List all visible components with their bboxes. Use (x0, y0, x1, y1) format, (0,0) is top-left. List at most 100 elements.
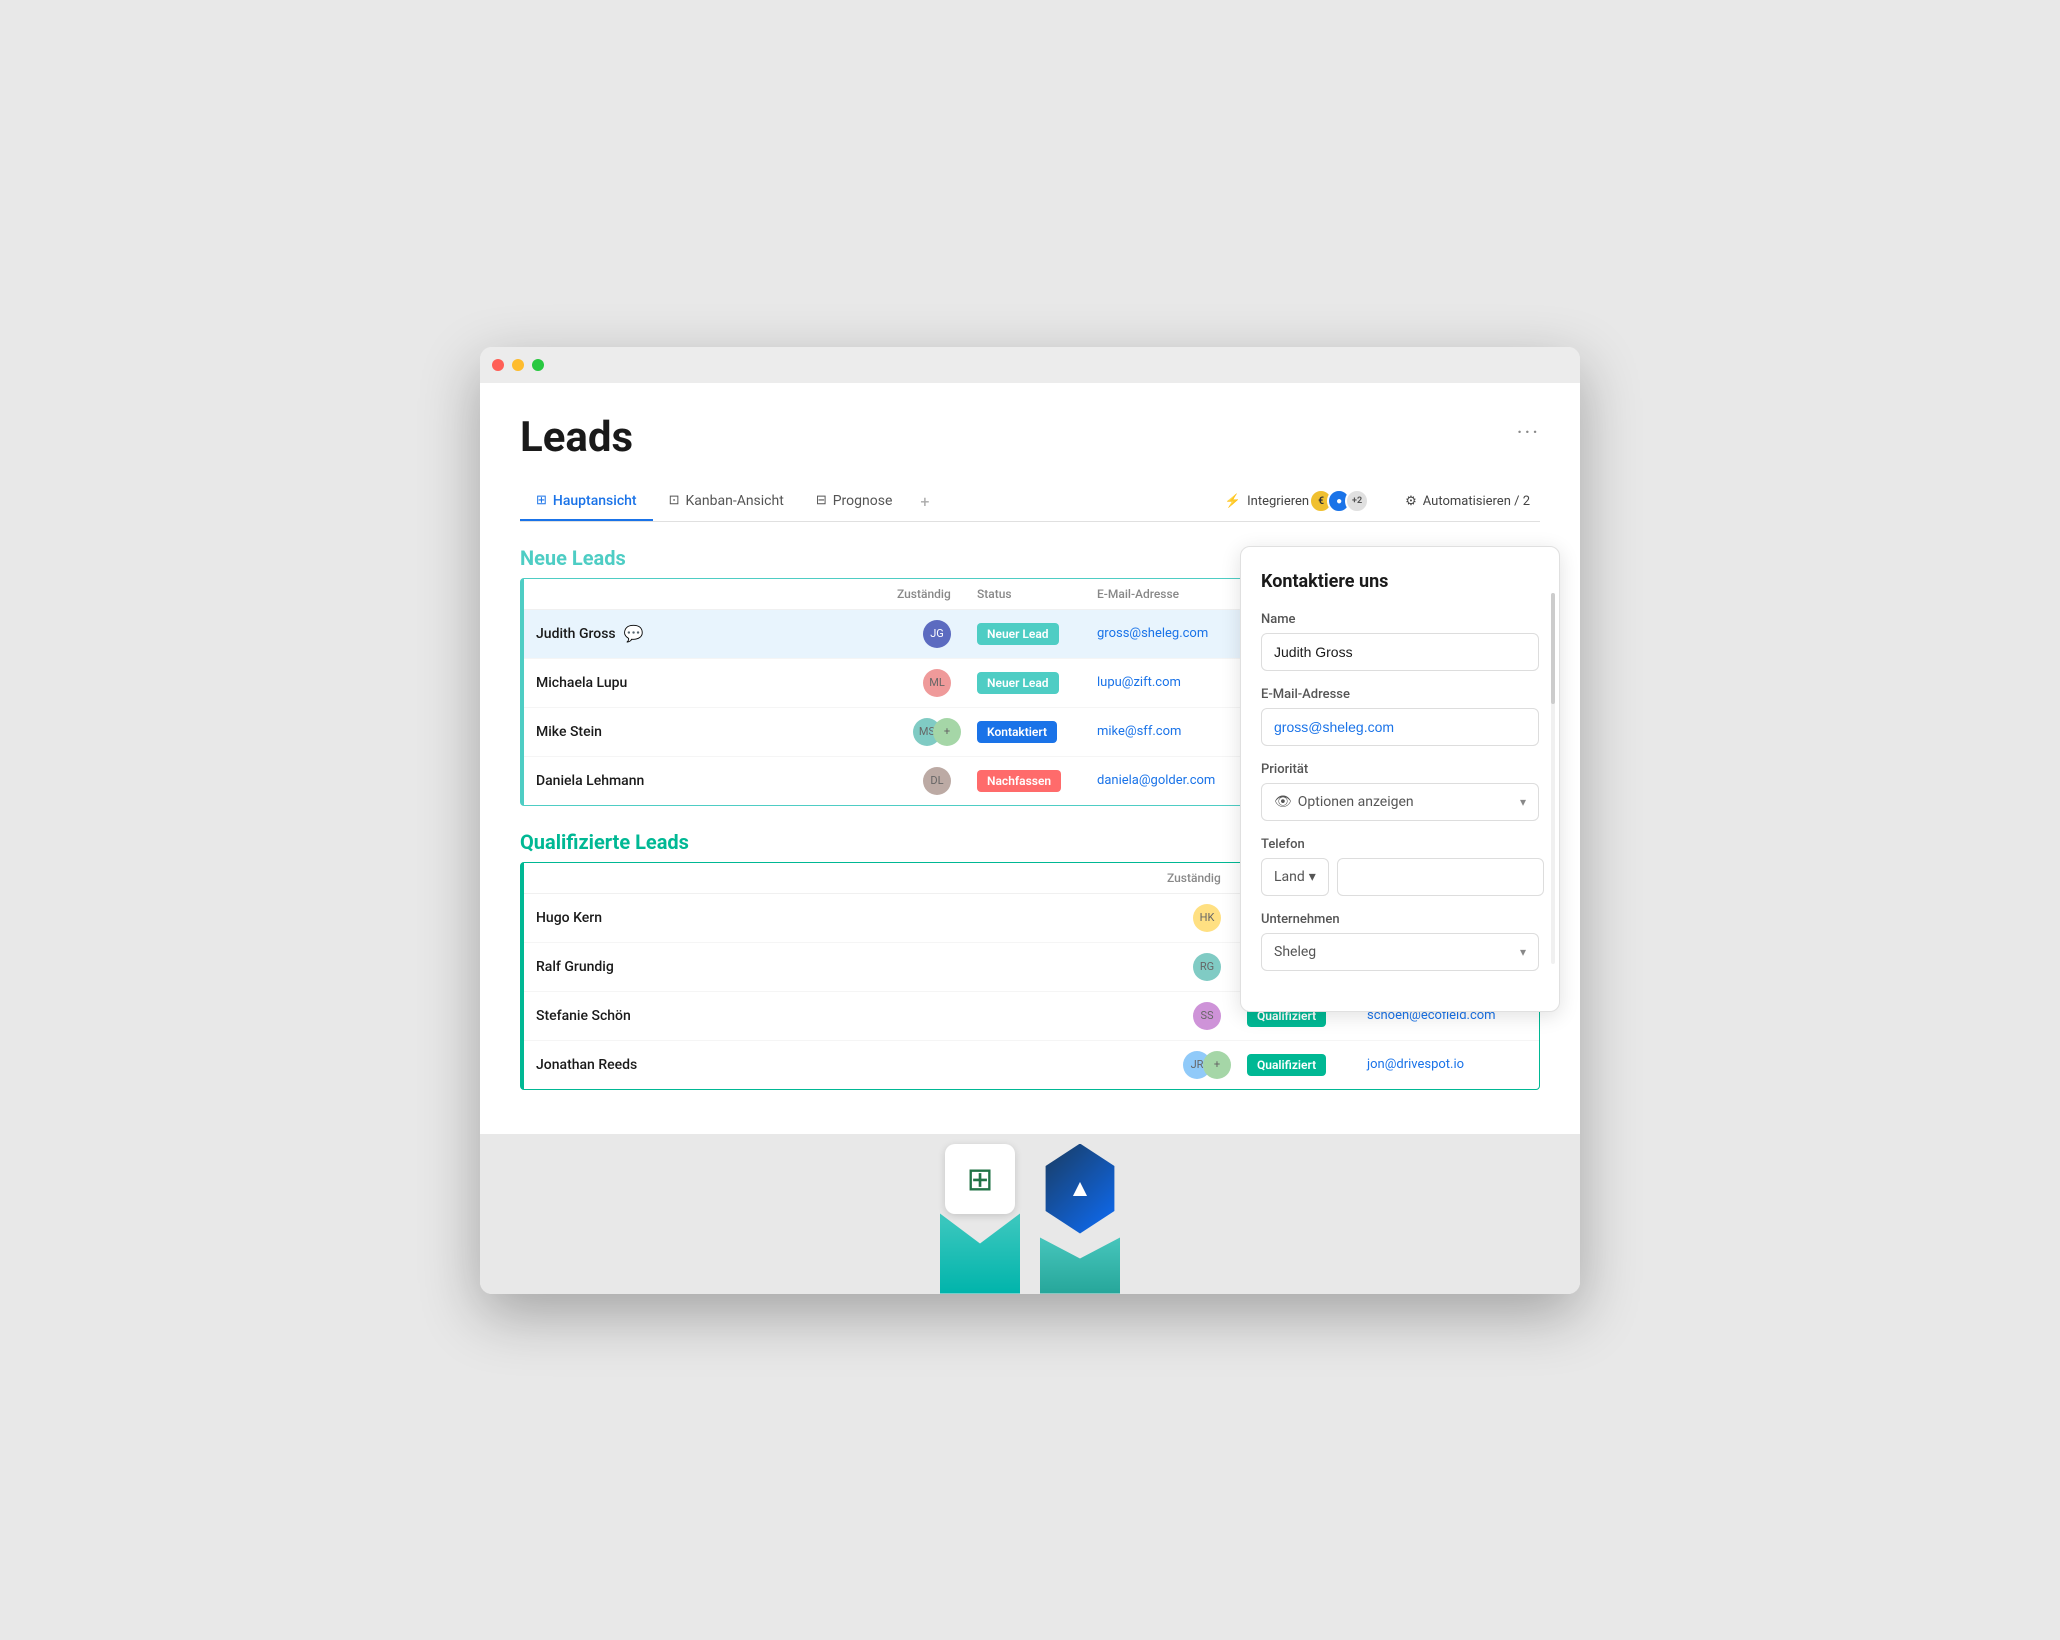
email-cell[interactable]: daniela@golder.com (1097, 773, 1257, 788)
chevron-down-icon: ▾ (1520, 795, 1526, 809)
avatar-cell: ML (897, 669, 977, 697)
automate-button[interactable]: ⚙ Automatisieren / 2 (1395, 488, 1540, 515)
tab-kanban[interactable]: ⊡ Kanban-Ansicht (653, 483, 800, 521)
status-badge: Qualifiziert (1247, 1054, 1326, 1076)
tab-bar: ⊞ Hauptansicht ⊡ Kanban-Ansicht ⊟ Progno… (520, 482, 1540, 522)
chat-icon: 💬 (624, 624, 644, 643)
eye-icon: 👁 (1274, 794, 1292, 810)
status-cell: Neuer Lead (977, 626, 1097, 642)
decorative-items: ⊞ ▲ (940, 1134, 1120, 1294)
chevron-down-icon: ▾ (1520, 945, 1526, 959)
excel-icon: ⊞ (967, 1160, 994, 1198)
integrate-icon: ⚡ (1225, 494, 1241, 509)
email-label: E-Mail-Adresse (1261, 687, 1539, 702)
email-cell[interactable]: jon@drivespot.io (1367, 1057, 1527, 1072)
avatar-cell: SS (1167, 1002, 1247, 1030)
scrollbar-track (1551, 593, 1555, 964)
main-area: Neue Leads Zuständig Status E-Mail-Adres… (520, 546, 1540, 1114)
avatar: + (1203, 1051, 1231, 1079)
avatar: ML (923, 669, 951, 697)
lead-name: Jonathan Reeds (536, 1057, 1167, 1073)
status-cell: Kontaktiert (977, 724, 1097, 740)
grid-icon: ⊞ (536, 493, 547, 508)
name-label: Name (1261, 612, 1539, 627)
phone-number-input[interactable] (1337, 858, 1544, 896)
lead-name: Mike Stein (536, 724, 897, 740)
tab-prognose[interactable]: ⊟ Prognose (800, 483, 909, 521)
status-cell: Qualifiziert (1247, 1057, 1367, 1073)
avatar: + (933, 718, 961, 746)
name-field-group: Name (1261, 612, 1539, 671)
small-teal-envelope (1040, 1224, 1120, 1294)
priority-label: Priorität (1261, 762, 1539, 777)
status-badge: Neuer Lead (977, 672, 1059, 694)
avatar-cell: RG (1167, 953, 1247, 981)
status-badge: Kontaktiert (977, 721, 1057, 743)
status-cell: Neuer Lead (977, 675, 1097, 691)
col-status-header: Status (977, 587, 1097, 601)
excel-integration-item: ⊞ (940, 1174, 1020, 1294)
avatar-cell: JG (897, 620, 977, 648)
priority-placeholder: Optionen anzeigen (1298, 794, 1520, 810)
lead-name: Stefanie Schön (536, 1008, 1167, 1024)
main-window: Leads ··· ⊞ Hauptansicht ⊡ Kanban-Ansich… (480, 347, 1580, 1294)
bottom-area: ⊞ ▲ (480, 1134, 1580, 1294)
neue-leads-title: Neue Leads (520, 546, 626, 570)
kanban-icon: ⊡ (669, 493, 680, 508)
phone-field-group: Telefon Land ▾ (1261, 837, 1539, 896)
maximize-button[interactable] (532, 359, 544, 371)
table-row[interactable]: Jonathan Reeds JR + Qualifiziert jon@dri… (524, 1041, 1539, 1089)
lead-name: Michaela Lupu (536, 675, 897, 691)
tab-hauptansicht[interactable]: ⊞ Hauptansicht (520, 483, 653, 521)
excel-badge: ⊞ (945, 1144, 1015, 1214)
phone-row: Land ▾ (1261, 858, 1539, 896)
avatar-cell: JR + (1167, 1051, 1247, 1079)
page-header: Leads ··· (520, 413, 1540, 462)
scrollbar-thumb[interactable] (1551, 593, 1555, 704)
chart-icon: ⊟ (816, 493, 827, 508)
contact-side-panel: Kontaktiere uns Name E-Mail-Adresse Prio… (1240, 546, 1560, 1012)
integration-avatars: € ● +2 (1315, 489, 1369, 513)
avatar-group: JR + (1183, 1051, 1231, 1079)
add-tab-button[interactable]: + (908, 482, 941, 521)
phone-label: Telefon (1261, 837, 1539, 852)
lead-name: Hugo Kern (536, 910, 1167, 926)
col-name-header (536, 587, 897, 601)
more-options-button[interactable]: ··· (1517, 421, 1540, 446)
tab-hauptansicht-label: Hauptansicht (553, 493, 637, 509)
app-content: Leads ··· ⊞ Hauptansicht ⊡ Kanban-Ansich… (480, 383, 1580, 1134)
col-zustandig-header: Zuständig (1167, 871, 1247, 885)
company-value: Sheleg (1274, 944, 1520, 960)
avatar-badge-plus: +2 (1345, 489, 1369, 513)
close-button[interactable] (492, 359, 504, 371)
avatar: RG (1193, 953, 1221, 981)
automate-label: Automatisieren / 2 (1423, 494, 1530, 509)
col-email-header: E-Mail-Adresse (1097, 587, 1257, 601)
avatar: DL (923, 767, 951, 795)
company-field-group: Unternehmen Sheleg ▾ (1261, 912, 1539, 971)
qualifizierte-leads-title: Qualifizierte Leads (520, 830, 689, 854)
chevron-down-icon: ▾ (1309, 869, 1316, 885)
name-input[interactable] (1261, 633, 1539, 671)
avatar-cell: MS + (897, 718, 977, 746)
integrate-button[interactable]: ⚡ Integrieren € ● +2 (1215, 483, 1379, 519)
email-cell[interactable]: lupu@zift.com (1097, 675, 1257, 690)
tab-actions: ⚡ Integrieren € ● +2 ⚙ Automatisieren / … (1215, 483, 1540, 519)
tab-kanban-label: Kanban-Ansicht (685, 493, 783, 509)
automate-icon: ⚙ (1405, 494, 1417, 509)
minimize-button[interactable] (512, 359, 524, 371)
panel-title: Kontaktiere uns (1261, 571, 1539, 592)
lead-name: Judith Gross 💬 (536, 624, 897, 643)
phone-country-label: Land (1274, 869, 1305, 885)
lead-name: Daniela Lehmann (536, 773, 897, 789)
phone-country-select[interactable]: Land ▾ (1261, 858, 1329, 896)
status-badge: Nachfassen (977, 770, 1061, 792)
priority-select[interactable]: 👁 Optionen anzeigen ▾ (1261, 783, 1539, 821)
integrate-label: Integrieren (1247, 494, 1309, 509)
page-title: Leads (520, 413, 633, 462)
email-cell[interactable]: mike@sff.com (1097, 724, 1257, 739)
email-cell[interactable]: gross@sheleg.com (1097, 626, 1257, 641)
company-select[interactable]: Sheleg ▾ (1261, 933, 1539, 971)
email-input[interactable] (1261, 708, 1539, 746)
col-zustandig-header: Zuständig (897, 587, 977, 601)
